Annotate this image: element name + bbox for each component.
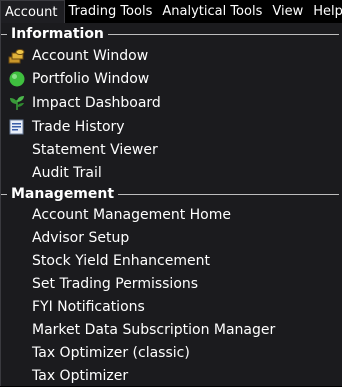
menu-item-stock-yield-enhancement[interactable]: Stock Yield Enhancement (1, 249, 342, 272)
blank-icon-slot (8, 229, 26, 247)
globe-icon (8, 70, 26, 88)
blank-icon-slot (8, 298, 26, 316)
menu-item-statement-viewer[interactable]: Statement Viewer (1, 138, 342, 161)
menu-view[interactable]: View (268, 0, 309, 23)
menu-trading-tools[interactable]: Trading Tools (65, 0, 159, 23)
section-rule (118, 193, 339, 195)
menu-item-audit-trail[interactable]: Audit Trail (1, 161, 342, 184)
menu-item-portfolio-window[interactable]: Portfolio Window (1, 67, 342, 90)
section-rule (107, 33, 339, 35)
menu-item-fyi-notifications[interactable]: FYI Notifications (1, 295, 342, 318)
menu-item-account-window[interactable]: Account Window (1, 44, 342, 67)
menu-analytical-tools[interactable]: Analytical Tools (158, 0, 268, 23)
menu-item-trade-history[interactable]: Trade History (1, 115, 342, 138)
blank-icon-slot (8, 206, 26, 224)
blank-icon-slot (8, 141, 26, 159)
menu-item-label: Stock Yield Enhancement (32, 252, 210, 269)
document-icon (8, 118, 26, 136)
menu-item-market-data-subscription-manager[interactable]: Market Data Subscription Manager (1, 318, 342, 341)
menu-item-label: Tax Optimizer (32, 367, 129, 384)
menu-item-label: Account Management Home (32, 206, 231, 223)
menu-item-label: Market Data Subscription Manager (32, 321, 276, 338)
menu-view-label: View (272, 4, 304, 19)
menu-item-label: Portfolio Window (32, 70, 150, 87)
menu-bar: Account Trading Tools Analytical Tools V… (0, 0, 342, 23)
menu-item-label: Set Trading Permissions (32, 275, 199, 292)
menu-item-label: Audit Trail (32, 164, 102, 181)
section-title-information: Information (11, 26, 104, 42)
blank-icon-slot (8, 344, 26, 362)
menu-item-label: Account Window (32, 47, 149, 64)
menu-item-label: FYI Notifications (32, 298, 145, 315)
section-header-management: Management (1, 184, 342, 204)
menu-item-impact-dashboard[interactable]: Impact Dashboard (1, 91, 342, 114)
menu-account-label: Account (5, 4, 58, 20)
menu-item-label: Impact Dashboard (32, 94, 161, 111)
blank-icon-slot (8, 367, 26, 385)
blank-icon-slot (8, 275, 26, 293)
blank-icon-slot (8, 252, 26, 270)
menu-help[interactable]: Help (309, 0, 342, 23)
menu-item-set-trading-permissions[interactable]: Set Trading Permissions (1, 272, 342, 295)
account-dropdown-menu: Information Account Window Portfolio Win… (0, 23, 342, 386)
leaf-icon (8, 94, 26, 112)
menu-account[interactable]: Account (0, 0, 65, 23)
menu-item-advisor-setup[interactable]: Advisor Setup (1, 226, 342, 249)
menu-analytical-tools-label: Analytical Tools (162, 4, 263, 19)
section-header-information: Information (1, 24, 342, 44)
menu-item-account-management-home[interactable]: Account Management Home (1, 203, 342, 226)
menu-item-tax-optimizer[interactable]: Tax Optimizer (1, 364, 342, 387)
section-title-management: Management (11, 186, 115, 202)
blank-icon-slot (8, 164, 26, 182)
section-rule-lead (1, 193, 7, 195)
blank-icon-slot (8, 321, 26, 339)
menu-item-label: Statement Viewer (32, 141, 158, 158)
money-stack-icon (8, 47, 26, 65)
menu-item-tax-optimizer-classic[interactable]: Tax Optimizer (classic) (1, 341, 342, 364)
menu-trading-tools-label: Trading Tools (68, 4, 153, 19)
menu-help-label: Help (313, 4, 342, 19)
section-rule-lead (1, 33, 7, 35)
menu-item-label: Advisor Setup (32, 229, 130, 246)
menu-item-label: Tax Optimizer (classic) (32, 344, 190, 361)
menu-item-label: Trade History (32, 118, 125, 135)
